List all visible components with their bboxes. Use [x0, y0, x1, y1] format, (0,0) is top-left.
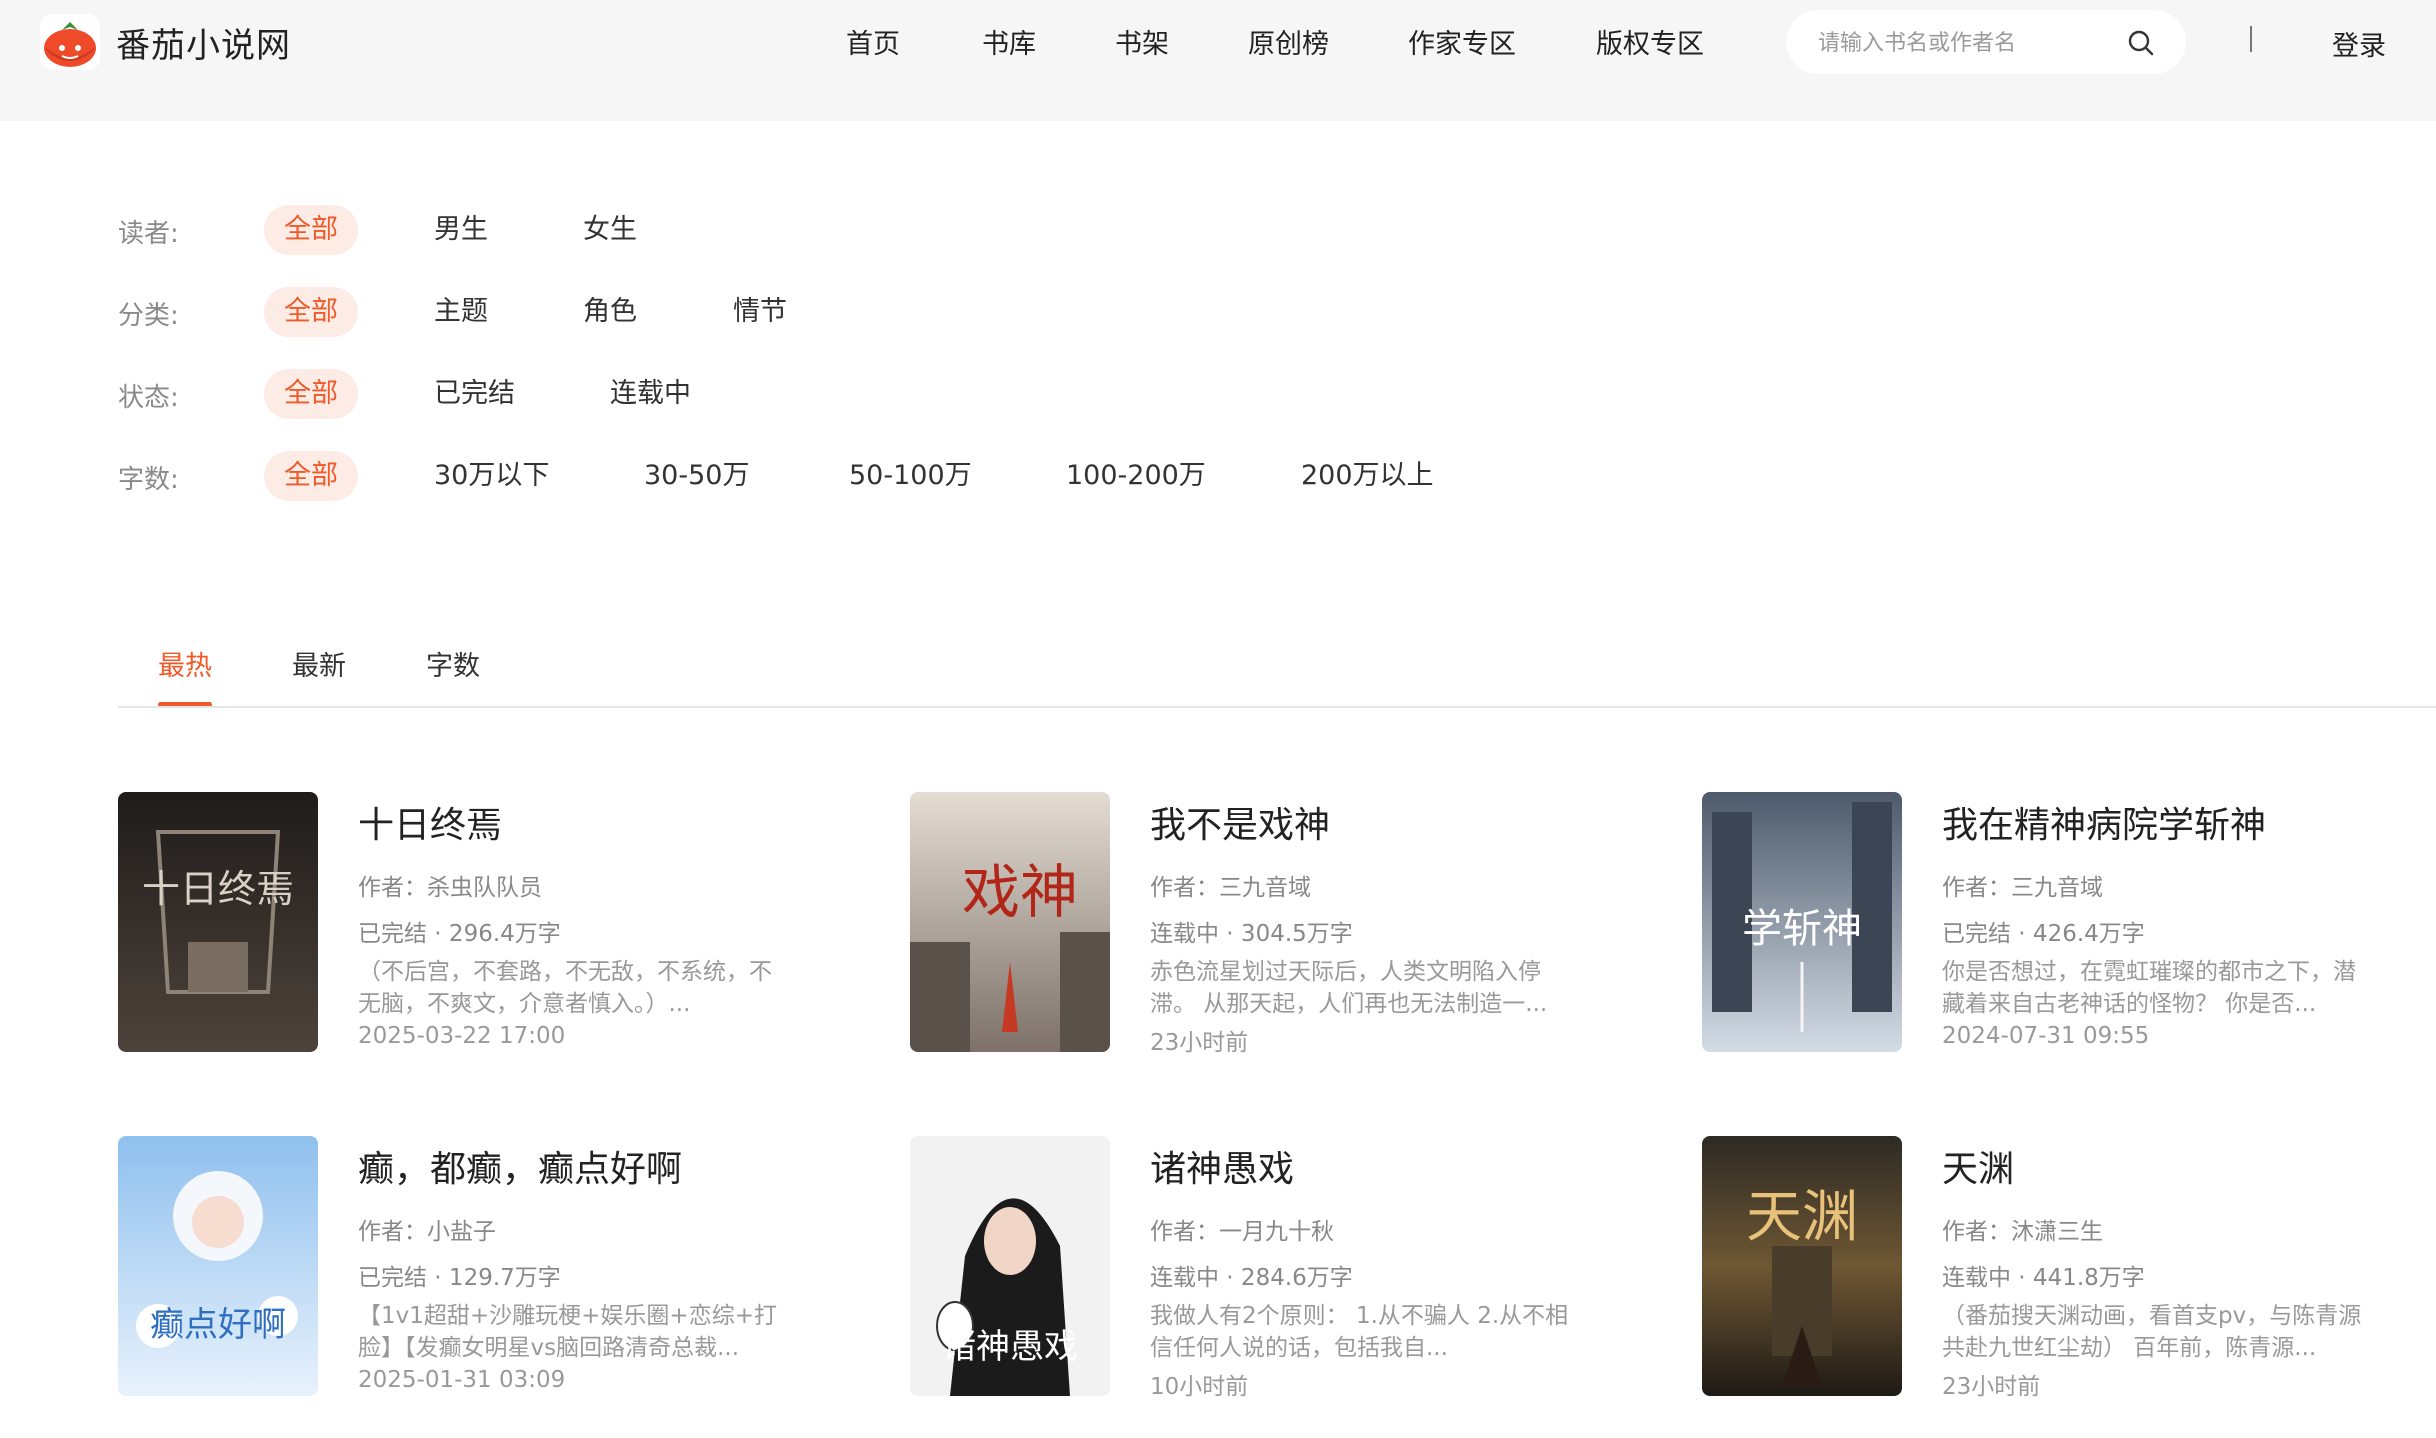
filter-chip-category-role[interactable]: 角色: [583, 287, 637, 337]
book-update-time: 23小时前: [1942, 1374, 2041, 1400]
book-card[interactable]: 诸神愚戏 诸神愚戏 作者：一月九十秋 连载中 · 284.6万字 我做人有2个原…: [910, 1136, 1630, 1400]
cover-title: 天渊: [1746, 1185, 1858, 1250]
filter-chip-words-over-2m[interactable]: 200万以上: [1301, 451, 1434, 501]
book-author: 作者：三九音域: [1942, 875, 2103, 901]
filter-chip-category-all[interactable]: 全部: [264, 287, 358, 337]
book-author: 作者：一月九十秋: [1150, 1219, 1334, 1245]
book-description: 【1v1超甜+沙雕玩梗+娱乐圈+恋综+打脸】【发癫女明星vs脑回路清奇总裁...: [358, 1303, 777, 1361]
book-update-time: 2025-01-31 03:09: [358, 1367, 566, 1393]
nav-library[interactable]: 书库: [982, 22, 1036, 61]
book-author: 作者：三九音域: [1150, 875, 1311, 901]
filter-chip-status-completed[interactable]: 已完结: [434, 369, 515, 419]
book-cover-image: 学斩神: [1702, 792, 1902, 1052]
search-input[interactable]: [1816, 22, 2120, 64]
book-update-time: 10小时前: [1150, 1374, 1249, 1400]
book-cover[interactable]: 癫点好啊: [118, 1136, 318, 1396]
book-update-time: 2024-07-31 09:55: [1942, 1023, 2150, 1049]
book-title[interactable]: 十日终焉: [358, 796, 502, 848]
header-divider: [2250, 26, 2252, 52]
sort-tabs: 最热 最新 字数: [118, 630, 2436, 708]
cover-title: 十日终焉: [142, 867, 294, 911]
book-author: 作者：沐潇三生: [1942, 1219, 2103, 1245]
filter-chip-words-1m-2m[interactable]: 100-200万: [1066, 451, 1206, 501]
book-cover[interactable]: 学斩神: [1702, 792, 1902, 1052]
site-name: 番茄小说网: [116, 25, 291, 66]
book-cover-image: 十日终焉: [118, 792, 318, 1052]
filter-chip-status-all[interactable]: 全部: [264, 369, 358, 419]
filter-row-word-count: 字数: 全部 30万以下 30-50万 50-100万 100-200万 200…: [118, 451, 1518, 501]
tab-word-count[interactable]: 字数: [426, 644, 480, 683]
book-title[interactable]: 我在精神病院学斩神: [1942, 796, 2266, 848]
cover-title: 诸神愚戏: [942, 1327, 1078, 1367]
book-title[interactable]: 天渊: [1942, 1140, 2014, 1192]
book-update-time: 23小时前: [1150, 1030, 1249, 1056]
filter-label-word-count: 字数:: [118, 465, 179, 495]
filter-label-reader: 读者:: [118, 219, 179, 249]
filter-label-category: 分类:: [118, 301, 179, 331]
book-author: 作者：小盐子: [358, 1219, 496, 1245]
cover-title: 学斩神: [1742, 906, 1862, 952]
book-cover-image: 戏神: [910, 792, 1110, 1052]
book-cover[interactable]: 十日终焉: [118, 792, 318, 1052]
book-cover[interactable]: 天渊: [1702, 1136, 1902, 1396]
book-author: 作者：杀虫队队员: [358, 875, 542, 901]
book-card[interactable]: 戏神 我不是戏神 作者：三九音域 连载中 · 304.5万字 赤色流星划过天际后…: [910, 792, 1630, 1056]
filter-chip-reader-all[interactable]: 全部: [264, 205, 358, 255]
book-description: （番茄搜天渊动画，看首支pv，与陈青源共赴九世红尘劫） 百年前，陈青源...: [1942, 1303, 2362, 1361]
book-status: 连载中 · 441.8万字: [1942, 1265, 2145, 1291]
book-card[interactable]: 癫点好啊 癫，都癫，癫点好啊 作者：小盐子 已完结 · 129.7万字 【1v1…: [118, 1136, 838, 1398]
book-status: 已完结 · 129.7万字: [358, 1265, 561, 1291]
book-cover-image: 癫点好啊: [118, 1136, 318, 1396]
book-status: 连载中 · 284.6万字: [1150, 1265, 1353, 1291]
filter-chip-words-300-500k[interactable]: 30-50万: [644, 451, 749, 501]
filter-row-status: 状态: 全部 已完结 连载中: [118, 369, 1018, 419]
search-icon[interactable]: [2126, 28, 2156, 58]
login-button[interactable]: 登录: [2332, 24, 2386, 63]
filter-chip-status-ongoing[interactable]: 连载中: [610, 369, 691, 419]
filter-chip-words-under-300k[interactable]: 30万以下: [434, 451, 549, 501]
nav-home[interactable]: 首页: [846, 22, 900, 61]
tabs-divider: [118, 706, 2436, 708]
filter-chip-reader-female[interactable]: 女生: [583, 205, 637, 255]
tab-newest[interactable]: 最新: [292, 644, 346, 683]
nav-original-ranking[interactable]: 原创榜: [1248, 22, 1329, 61]
book-description: （不后宫，不套路，不无敌，不系统，不无脑，不爽文，介意者慎入。）...: [358, 959, 772, 1017]
nav-writer-zone[interactable]: 作家专区: [1408, 22, 1516, 61]
top-header: 番茄小说网 首页 书库 书架 原创榜 作家专区 版权专区 登录: [0, 0, 2436, 121]
search-box[interactable]: [1786, 10, 2186, 74]
tab-hottest[interactable]: 最热: [158, 644, 212, 683]
book-cover-image: 诸神愚戏: [910, 1136, 1110, 1396]
book-status: 连载中 · 304.5万字: [1150, 921, 1353, 947]
book-cover[interactable]: 戏神: [910, 792, 1110, 1052]
book-update-time: 2025-03-22 17:00: [358, 1023, 566, 1049]
book-card[interactable]: 十日终焉 十日终焉 作者：杀虫队队员 已完结 · 296.4万字 （不后宫，不套…: [118, 792, 838, 1054]
filter-label-status: 状态:: [118, 383, 179, 413]
book-title[interactable]: 我不是戏神: [1150, 796, 1330, 848]
filter-chip-category-plot[interactable]: 情节: [733, 287, 787, 337]
book-status: 已完结 · 426.4万字: [1942, 921, 2145, 947]
filter-row-reader: 读者: 全部 男生 女生: [118, 205, 1018, 255]
book-cover[interactable]: 诸神愚戏: [910, 1136, 1110, 1396]
book-status: 已完结 · 296.4万字: [358, 921, 561, 947]
book-card[interactable]: 天渊 天渊 作者：沐潇三生 连载中 · 441.8万字 （番茄搜天渊动画，看首支…: [1702, 1136, 2422, 1400]
filter-chip-reader-male[interactable]: 男生: [434, 205, 488, 255]
book-cover-image: 天渊: [1702, 1136, 1902, 1396]
nav-copyright-zone[interactable]: 版权专区: [1596, 22, 1704, 61]
book-description: 赤色流星划过天际后，人类文明陷入停滞。 从那天起，人们再也无法制造一...: [1150, 959, 1548, 1017]
tomato-logo-icon: [40, 14, 100, 70]
filter-chip-words-all[interactable]: 全部: [264, 451, 358, 501]
nav-bookshelf[interactable]: 书架: [1115, 22, 1169, 61]
book-description: 我做人有2个原则： 1.从不骗人 2.从不相信任何人说的话，包括我自...: [1150, 1303, 1569, 1361]
filter-chip-category-theme[interactable]: 主题: [434, 287, 488, 337]
cover-title: 戏神: [962, 858, 1078, 926]
site-logo[interactable]: 番茄小说网: [40, 14, 291, 70]
filter-chip-words-500k-1m[interactable]: 50-100万: [849, 451, 972, 501]
book-card[interactable]: 学斩神 我在精神病院学斩神 作者：三九音域 已完结 · 426.4万字 你是否想…: [1702, 792, 2422, 1054]
book-description: 你是否想过，在霓虹璀璨的都市之下，潜藏着来自古老神话的怪物？ 你是否...: [1942, 959, 2356, 1017]
book-title[interactable]: 癫，都癫，癫点好啊: [358, 1140, 682, 1192]
filter-row-category: 分类: 全部 主题 角色 情节: [118, 287, 1018, 337]
cover-title: 癫点好啊: [150, 1305, 286, 1345]
book-title[interactable]: 诸神愚戏: [1150, 1140, 1294, 1192]
